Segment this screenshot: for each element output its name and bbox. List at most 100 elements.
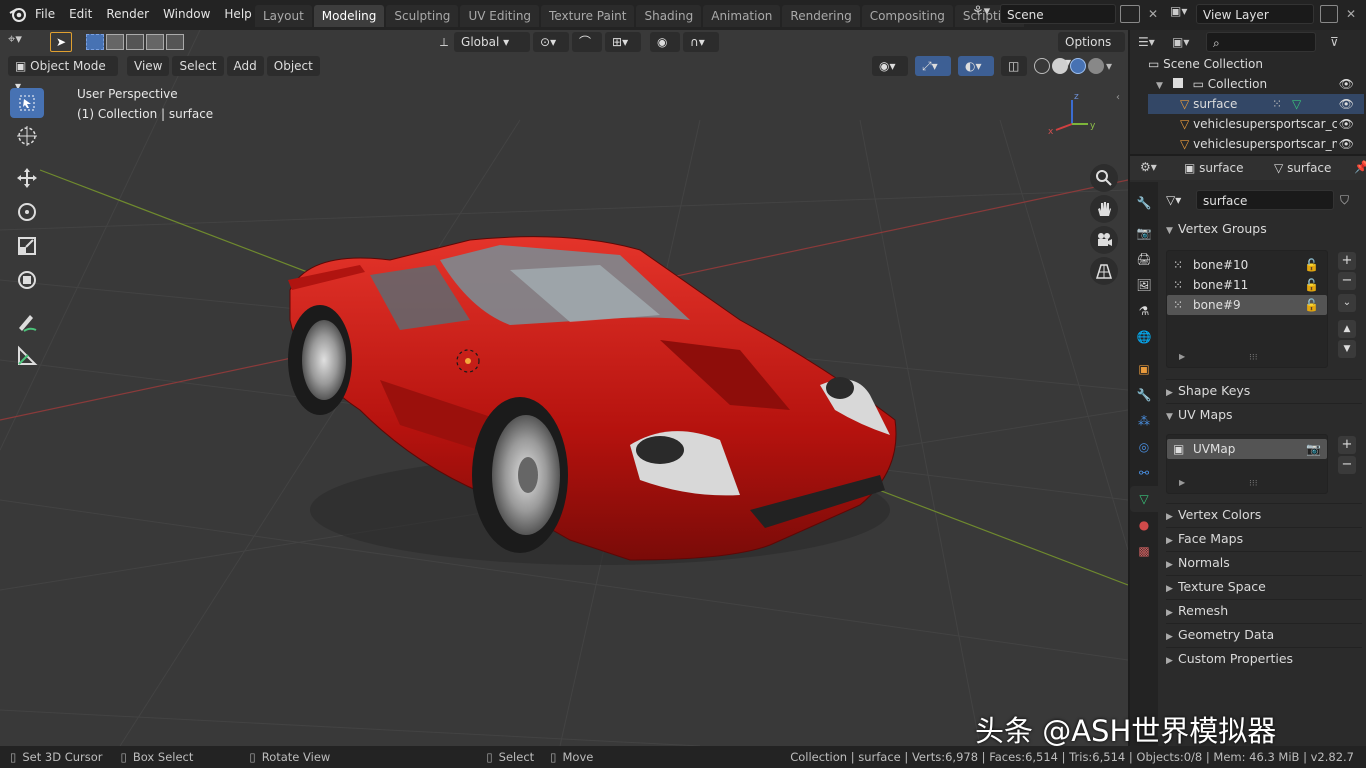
camera-icon[interactable] — [1090, 226, 1118, 254]
shape-keys-panel-header[interactable]: ▶ Shape Keys — [1166, 379, 1362, 402]
orientation-dropdown[interactable]: Global ▾ — [454, 32, 531, 52]
navigation-gizmo[interactable]: z x y — [1048, 90, 1098, 140]
filter-icon[interactable]: ⊽ — [1330, 35, 1339, 49]
tab-uv-editing[interactable]: UV Editing — [460, 5, 540, 27]
eye-icon[interactable]: 👁 — [1336, 114, 1354, 134]
box-select-intersect-icon[interactable] — [166, 34, 184, 50]
gizmo-toggle[interactable]: ⤢▾ — [915, 56, 951, 76]
constraints-tab-icon[interactable]: ⚯ — [1130, 460, 1158, 486]
proportional-falloff-dropdown[interactable]: ∩▾ — [683, 32, 720, 52]
menu-edit[interactable]: Edit — [62, 2, 99, 26]
view-layer-icon[interactable]: ▣▾ — [1170, 4, 1196, 24]
editor-type-icon[interactable]: ⌖▾ — [8, 32, 40, 52]
menu-add[interactable]: Add — [226, 56, 264, 76]
plus-icon[interactable]: + — [1338, 436, 1356, 454]
outliner-object-car-ch[interactable]: ▽ vehiclesupersportscar_ch 👁 — [1148, 114, 1364, 134]
lock-icon[interactable]: 🔓 — [1304, 255, 1319, 275]
vertex-groups-panel-header[interactable]: ▼ Vertex Groups — [1166, 218, 1362, 240]
scale-icon[interactable] — [10, 231, 44, 261]
box-select-invert-icon[interactable] — [146, 34, 164, 50]
list-filter-toggle[interactable]: ▶ — [1179, 478, 1185, 487]
select-tool-icon[interactable] — [10, 88, 44, 118]
eye-icon[interactable]: 👁 — [1336, 134, 1354, 154]
tab-texture-paint[interactable]: Texture Paint — [541, 5, 635, 27]
world-tab-icon[interactable]: 🌐 — [1130, 324, 1158, 350]
mode-dropdown[interactable]: ▣ Object Mode ▾ — [8, 56, 118, 93]
vertex-group-item[interactable]: ⁙ bone#9 🔓 — [1167, 295, 1327, 315]
zoom-icon[interactable] — [1090, 164, 1118, 192]
pin-icon[interactable]: 📌 — [1354, 160, 1366, 174]
scene-icon[interactable]: ⚘▾ — [972, 4, 1000, 24]
rotate-icon[interactable] — [10, 197, 44, 227]
outliner-scene-collection[interactable]: ▭ Scene Collection — [1148, 54, 1364, 74]
list-filter-toggle[interactable]: ▶ — [1179, 352, 1185, 361]
render-tab-icon[interactable]: 📷 — [1130, 220, 1158, 246]
outliner-object-surface[interactable]: ▽ surface ⁙ ▽ 👁 — [1148, 94, 1364, 114]
snap-target-dropdown[interactable]: ⊞▾ — [605, 32, 642, 52]
camera-icon[interactable]: 📷 — [1306, 439, 1321, 459]
lock-icon[interactable]: 🔓 — [1304, 295, 1319, 315]
wireframe-shading-icon[interactable] — [1034, 58, 1050, 74]
menu-view[interactable]: View — [127, 56, 170, 76]
annotate-icon[interactable] — [10, 307, 44, 337]
grid-icon[interactable] — [1090, 257, 1118, 285]
solid-shading-icon[interactable] — [1052, 58, 1068, 74]
material-shading-icon[interactable] — [1070, 58, 1086, 74]
pivot-point-dropdown[interactable]: ⊙▾ — [533, 32, 570, 52]
new-view-layer-icon[interactable] — [1320, 5, 1338, 23]
expand-icon[interactable]: ▼ — [1156, 81, 1163, 91]
object-tab-icon[interactable]: ▣ — [1130, 356, 1158, 382]
shading-options-icon[interactable]: ▾ — [1106, 59, 1116, 73]
output-tab-icon[interactable]: 🖨 — [1130, 246, 1158, 272]
material-tab-icon[interactable]: ● — [1130, 512, 1158, 538]
mesh-data-tab-icon[interactable]: ▽ — [1130, 486, 1158, 512]
xray-toggle[interactable]: ◫ — [1001, 56, 1027, 76]
transform-icon[interactable] — [10, 265, 44, 295]
outliner-editor-icon[interactable]: ☰▾ — [1138, 35, 1164, 49]
tab-shading[interactable]: Shading — [636, 5, 702, 27]
outliner-search-input[interactable]: ⌕ — [1206, 32, 1316, 52]
blender-logo-icon[interactable] — [9, 5, 27, 23]
select-mode-icon[interactable]: ➤ — [50, 32, 72, 52]
face-maps-panel-header[interactable]: ▶ Face Maps — [1166, 527, 1362, 550]
tool-tab-icon[interactable]: 🔧 — [1130, 190, 1158, 216]
outliner-collection[interactable]: ▼ ▭ Collection 👁 — [1148, 74, 1364, 94]
texture-space-panel-header[interactable]: ▶ Texture Space — [1166, 575, 1362, 598]
overlay-toggle[interactable]: ◐▾ — [958, 56, 994, 76]
tab-animation[interactable]: Animation — [703, 5, 781, 27]
visibility-dropdown[interactable]: ◉▾ — [872, 56, 908, 76]
move-down-icon[interactable]: ▼ — [1338, 340, 1356, 358]
physics-tab-icon[interactable]: ◎ — [1130, 434, 1158, 460]
view-layer-field[interactable]: View Layer — [1196, 4, 1314, 24]
measure-icon[interactable] — [10, 341, 44, 371]
list-resize-handle[interactable]: ⁝⁝⁝ — [1249, 353, 1258, 363]
remesh-panel-header[interactable]: ▶ Remesh — [1166, 599, 1362, 622]
hand-icon[interactable] — [1090, 195, 1118, 223]
tab-sculpting[interactable]: Sculpting — [386, 5, 459, 27]
specials-menu-icon[interactable]: ⌄ — [1338, 294, 1356, 312]
cursor-icon[interactable] — [10, 121, 44, 151]
move-icon[interactable] — [10, 163, 44, 193]
box-select-new-icon[interactable] — [86, 34, 104, 50]
proportional-edit-toggle[interactable]: ◉ — [650, 32, 681, 52]
menu-select[interactable]: Select — [172, 56, 224, 76]
eye-icon[interactable]: 👁 — [1339, 74, 1354, 94]
outliner-object-car-m[interactable]: ▽ vehiclesupersportscar_m 👁 — [1148, 134, 1364, 154]
view-layer-tab-icon[interactable]: 🖼 — [1130, 272, 1158, 298]
snap-toggle[interactable]: ⌒ — [572, 32, 603, 52]
menu-object[interactable]: Object — [266, 56, 320, 76]
display-mode-icon[interactable]: ▣▾ — [1172, 35, 1200, 49]
minus-icon[interactable]: − — [1338, 456, 1356, 474]
car-model[interactable] — [270, 210, 910, 590]
plus-icon[interactable]: + — [1338, 252, 1356, 270]
geometry-data-panel-header[interactable]: ▶ Geometry Data — [1166, 623, 1362, 646]
menu-help[interactable]: Help — [217, 2, 258, 26]
mesh-name-field[interactable]: surface — [1196, 190, 1334, 210]
box-select-extend-icon[interactable] — [106, 34, 124, 50]
menu-render[interactable]: Render — [99, 2, 156, 26]
box-select-subtract-icon[interactable] — [126, 34, 144, 50]
minus-icon[interactable]: − — [1338, 272, 1356, 290]
uv-maps-panel-header[interactable]: ▼ UV Maps — [1166, 403, 1362, 426]
rendered-shading-icon[interactable] — [1088, 58, 1104, 74]
texture-tab-icon[interactable]: ▩ — [1130, 538, 1158, 564]
